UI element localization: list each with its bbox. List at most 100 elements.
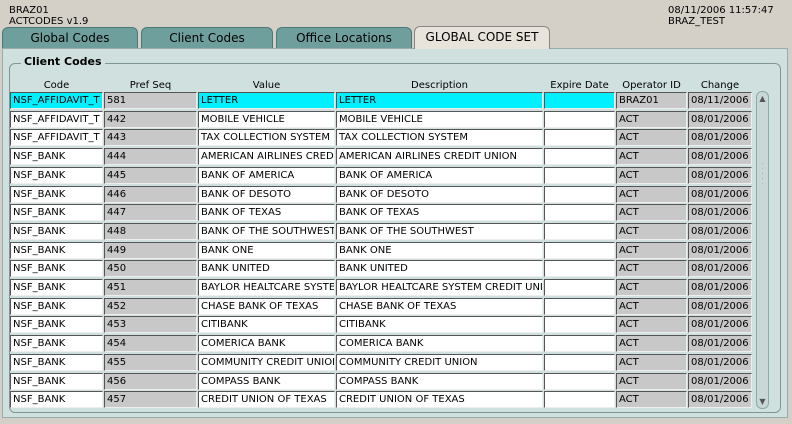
value-cell[interactable]: BANK OF DESOTO bbox=[198, 185, 335, 203]
scroll-down-icon[interactable]: ▼ bbox=[758, 397, 767, 406]
description-cell[interactable]: BANK UNITED bbox=[336, 260, 543, 278]
expire-date-cell[interactable] bbox=[544, 241, 615, 259]
code-cell[interactable]: NSF_BANK bbox=[10, 353, 103, 371]
change-date-cell: 08/01/2006 bbox=[688, 316, 752, 334]
change-date-cell: 08/01/2006 bbox=[688, 353, 752, 371]
change-date-header: Change Date bbox=[700, 80, 740, 103]
description-cell[interactable]: TAX COLLECTION SYSTEM bbox=[336, 129, 543, 147]
description-cell[interactable]: BANK OF THE SOUTHWEST bbox=[336, 222, 543, 240]
pref-seq-cell: 448 bbox=[104, 222, 197, 240]
code-header: Code bbox=[43, 80, 70, 91]
user-id: BRAZ01 bbox=[9, 5, 49, 16]
code-cell[interactable]: NSF_BANK bbox=[10, 391, 103, 409]
tab-global-code-set[interactable]: GLOBAL CODE SET bbox=[414, 26, 550, 49]
value-cell[interactable]: COMPASS BANK bbox=[198, 372, 335, 390]
expire-date-cell[interactable] bbox=[544, 316, 615, 334]
description-cell[interactable]: BANK OF AMERICA bbox=[336, 166, 543, 184]
code-cell[interactable]: NSF_BANK bbox=[10, 166, 103, 184]
value-cell[interactable]: BANK OF AMERICA bbox=[198, 166, 335, 184]
expire-date-cell[interactable] bbox=[544, 372, 615, 390]
description-cell[interactable]: COMMUNITY CREDIT UNION bbox=[336, 353, 543, 371]
description-cell[interactable]: BAYLOR HEALTCARE SYSTEM CREDIT UNION bbox=[336, 279, 543, 296]
description-cell[interactable]: CREDIT UNION OF TEXAS bbox=[336, 391, 543, 409]
description-cell[interactable]: BANK OF TEXAS bbox=[336, 204, 543, 222]
change-date-cell: 08/01/2006 bbox=[688, 241, 752, 259]
change-date-cell: 08/01/2006 bbox=[688, 110, 752, 128]
change-date-cell: 08/01/2006 bbox=[688, 185, 752, 203]
operator-id-cell: ACT bbox=[616, 166, 687, 184]
expire-date-cell[interactable] bbox=[544, 297, 615, 315]
description-cell[interactable]: MOBILE VEHICLE bbox=[336, 110, 543, 128]
value-cell[interactable]: AMERICAN AIRLINES CREDIT UNION bbox=[198, 148, 335, 166]
code-cell[interactable]: NSF_BANK bbox=[10, 185, 103, 203]
expire-date-cell[interactable] bbox=[544, 110, 615, 128]
description-cell[interactable]: COMPASS BANK bbox=[336, 372, 543, 390]
pref-seq-cell: 450 bbox=[104, 260, 197, 278]
code-cell[interactable]: NSF_AFFIDAVIT_T bbox=[10, 92, 103, 109]
value-cell[interactable]: BANK UNITED bbox=[198, 260, 335, 278]
code-cell[interactable]: NSF_BANK bbox=[10, 372, 103, 390]
value-cell[interactable]: BANK ONE bbox=[198, 241, 335, 259]
datetime: 08/11/2006 11:57:47 bbox=[668, 5, 774, 16]
tab-global-codes[interactable]: Global Codes bbox=[2, 27, 138, 48]
vertical-scrollbar[interactable]: ▲ · · · · · ▼ bbox=[756, 91, 769, 409]
change-date-cell: 08/01/2006 bbox=[688, 260, 752, 278]
description-cell[interactable]: AMERICAN AIRLINES CREDIT UNION bbox=[336, 148, 543, 166]
code-cell[interactable]: NSF_BANK bbox=[10, 204, 103, 222]
description-cell[interactable]: BANK OF DESOTO bbox=[336, 185, 543, 203]
code-cell[interactable]: NSF_BANK bbox=[10, 241, 103, 259]
pref-seq-cell: 449 bbox=[104, 241, 197, 259]
expire-date-cell[interactable] bbox=[544, 129, 615, 147]
expire-date-cell[interactable] bbox=[544, 353, 615, 371]
value-cell[interactable]: LETTER bbox=[198, 92, 335, 109]
value-cell[interactable]: COMERICA BANK bbox=[198, 335, 335, 353]
description-cell[interactable]: CHASE BANK OF TEXAS bbox=[336, 297, 543, 315]
value-cell[interactable]: CITIBANK bbox=[198, 316, 335, 334]
expire-date-cell[interactable] bbox=[544, 279, 615, 296]
expire-date-cell[interactable] bbox=[544, 222, 615, 240]
pref-seq-cell: 444 bbox=[104, 148, 197, 166]
scroll-up-icon[interactable]: ▲ bbox=[758, 94, 767, 103]
code-cell[interactable]: NSF_BANK bbox=[10, 260, 103, 278]
code-cell[interactable]: NSF_BANK bbox=[10, 335, 103, 353]
pref-seq-cell: 443 bbox=[104, 129, 197, 147]
description-cell[interactable]: COMERICA BANK bbox=[336, 335, 543, 353]
form-name: ACTCODES v1.9 bbox=[9, 16, 89, 27]
code-cell[interactable]: NSF_BANK bbox=[10, 297, 103, 315]
code-cell[interactable]: NSF_AFFIDAVIT_T bbox=[10, 110, 103, 128]
operator-id-cell: ACT bbox=[616, 353, 687, 371]
value-cell[interactable]: BAYLOR HEALTCARE SYSTEM bbox=[198, 279, 335, 296]
value-cell[interactable]: COMMUNITY CREDIT UNION bbox=[198, 353, 335, 371]
expire-date-cell[interactable] bbox=[544, 166, 615, 184]
value-cell[interactable]: MOBILE VEHICLE bbox=[198, 110, 335, 128]
expire-date-cell[interactable] bbox=[544, 260, 615, 278]
value-cell[interactable]: BANK OF TEXAS bbox=[198, 204, 335, 222]
expire-date-cell[interactable] bbox=[544, 391, 615, 409]
tab-client-codes[interactable]: Client Codes bbox=[141, 27, 273, 48]
value-cell[interactable]: CREDIT UNION OF TEXAS bbox=[198, 391, 335, 409]
description-cell[interactable]: LETTER bbox=[336, 92, 543, 109]
value-cell[interactable]: TAX COLLECTION SYSTEM bbox=[198, 129, 335, 147]
code-cell[interactable]: NSF_BANK bbox=[10, 316, 103, 334]
description-cell[interactable]: BANK ONE bbox=[336, 241, 543, 259]
code-cell[interactable]: NSF_BANK bbox=[10, 222, 103, 240]
expire-date-cell[interactable] bbox=[544, 204, 615, 222]
expire-date-cell[interactable] bbox=[544, 148, 615, 166]
code-cell[interactable]: NSF_BANK bbox=[10, 279, 103, 296]
scroll-grip-icon[interactable]: · · · · · bbox=[760, 162, 765, 192]
value-header: Value bbox=[252, 80, 281, 91]
expire-date-cell[interactable] bbox=[544, 335, 615, 353]
expire-date-cell[interactable] bbox=[544, 92, 615, 109]
pref-seq-cell: 453 bbox=[104, 316, 197, 334]
code-cell[interactable]: NSF_BANK bbox=[10, 148, 103, 166]
code-cell[interactable]: NSF_AFFIDAVIT_T bbox=[10, 129, 103, 147]
description-header: Description bbox=[411, 80, 468, 91]
value-cell[interactable]: CHASE BANK OF TEXAS bbox=[198, 297, 335, 315]
tab-office-locations[interactable]: Office Locations bbox=[276, 27, 412, 48]
environment: BRAZ_TEST bbox=[668, 16, 725, 27]
tab-bar: Global Codes Client Codes Office Locatio… bbox=[0, 26, 792, 49]
description-cell[interactable]: CITIBANK bbox=[336, 316, 543, 334]
value-cell[interactable]: BANK OF THE SOUTHWEST bbox=[198, 222, 335, 240]
expire-date-cell[interactable] bbox=[544, 185, 615, 203]
pref-seq-cell: 447 bbox=[104, 204, 197, 222]
